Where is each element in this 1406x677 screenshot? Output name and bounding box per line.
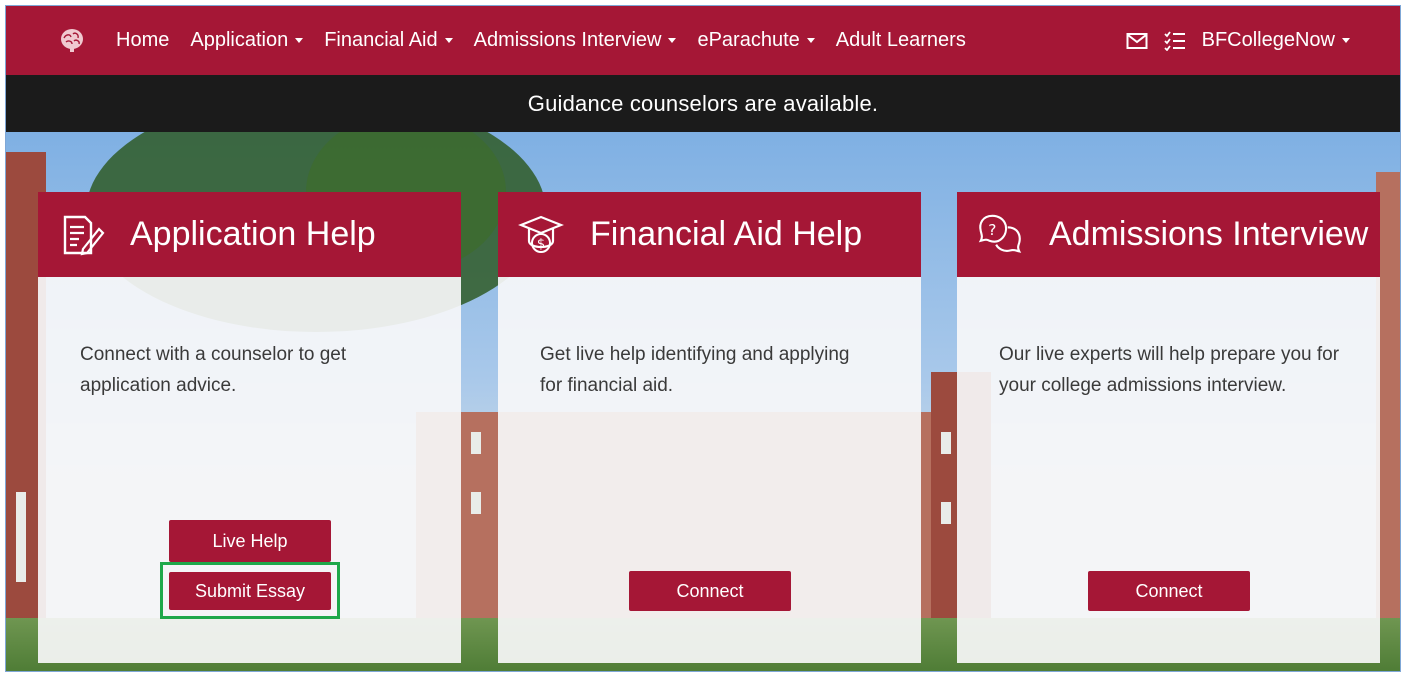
submit-essay-button[interactable]: Submit Essay (169, 572, 331, 610)
card-title: Financial Aid Help (590, 215, 863, 253)
user-menu[interactable]: BFCollegeNow (1202, 29, 1350, 52)
availability-banner: Guidance counselors are available. (6, 75, 1400, 132)
caret-down-icon (295, 38, 304, 43)
nav-eparachute[interactable]: eParachute (697, 29, 815, 52)
nav-admissions-interview-label: Admissions Interview (473, 29, 662, 51)
envelope-icon[interactable] (1126, 32, 1148, 50)
svg-text:?: ? (988, 221, 996, 239)
card-title: Application Help (130, 215, 376, 253)
card-title: Admissions Interview (1049, 215, 1369, 253)
top-navbar: Home Application Financial Aid Admission… (6, 6, 1400, 75)
nav-financial-aid-label: Financial Aid (324, 29, 438, 51)
card-description: Our live experts will help prepare you f… (999, 344, 1340, 396)
svg-text:$: $ (537, 237, 545, 252)
nav-adult-learners[interactable]: Adult Learners (836, 29, 966, 52)
nav-application[interactable]: Application (190, 29, 304, 52)
user-menu-label: BFCollegeNow (1201, 29, 1335, 51)
caret-down-icon (444, 38, 453, 43)
connect-button-label: Connect (676, 580, 744, 601)
nav-home[interactable]: Home (116, 29, 169, 52)
availability-banner-text: Guidance counselors are available. (527, 90, 879, 116)
connect-button[interactable]: Connect (1088, 571, 1250, 611)
nav-menu: Home Application Financial Aid Admission… (116, 6, 987, 75)
caret-down-icon (1342, 38, 1350, 43)
nav-right-tools: BFCollegeNow (1126, 6, 1350, 75)
nav-application-label: Application (190, 29, 289, 51)
live-help-button-label: Live Help (212, 530, 288, 551)
card-application-help: Application Help Connect with a counselo… (38, 192, 461, 663)
document-pen-icon (56, 210, 106, 260)
caret-down-icon (806, 38, 815, 43)
submit-essay-button-label: Submit Essay (194, 580, 306, 601)
brain-icon[interactable] (58, 26, 86, 54)
graduation-dollar-icon: $ (516, 210, 566, 260)
card-header: $ Financial Aid Help (498, 192, 921, 277)
card-header: Application Help (38, 192, 461, 277)
nav-admissions-interview[interactable]: Admissions Interview (474, 29, 677, 52)
connect-button[interactable]: Connect (629, 571, 791, 611)
caret-down-icon (668, 38, 677, 43)
card-financial-aid-help: $ Financial Aid Help Get live help ident… (498, 192, 921, 663)
browser-viewport: Home Application Financial Aid Admission… (5, 5, 1401, 672)
connect-button-label: Connect (1135, 580, 1203, 601)
nav-adult-learners-label: Adult Learners (835, 29, 966, 51)
nav-home-label: Home (116, 29, 170, 51)
nav-financial-aid[interactable]: Financial Aid (324, 29, 453, 52)
card-header: ? Admissions Interview (957, 192, 1380, 277)
card-admissions-interview: ? Admissions Interview Our live experts … (957, 192, 1380, 663)
question-chat-icon: ? (975, 210, 1025, 260)
card-description: Connect with a counselor to get applicat… (80, 344, 347, 396)
live-help-button[interactable]: Live Help (169, 520, 331, 562)
nav-eparachute-label: eParachute (697, 29, 800, 51)
checklist-icon[interactable] (1163, 30, 1186, 51)
card-description: Get live help identifying and applying f… (540, 344, 850, 396)
